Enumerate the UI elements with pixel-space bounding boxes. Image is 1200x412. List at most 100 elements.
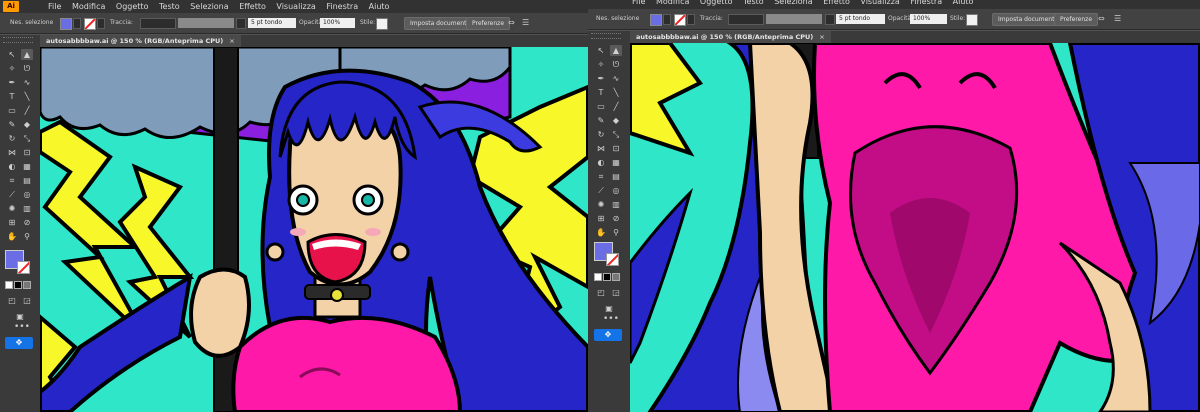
stroke-color-box[interactable] <box>606 253 619 266</box>
color-mode-icon[interactable] <box>14 281 22 289</box>
gradient-tool-icon[interactable]: ▤ <box>610 171 622 182</box>
gradient-mode-icon[interactable] <box>23 281 31 289</box>
lasso-icon[interactable]: ᘎ <box>21 63 33 74</box>
menu-finestra[interactable]: Finestra <box>326 2 358 11</box>
eraser-icon[interactable]: ◆ <box>610 115 622 126</box>
align-icon[interactable]: ☰ <box>1114 9 1121 29</box>
menu-visualizza[interactable]: Visualizza <box>860 0 899 6</box>
menu-effetto[interactable]: Effetto <box>239 2 266 11</box>
draw-behind-icon[interactable]: ◲ <box>610 287 622 298</box>
hand-tool-icon[interactable]: ✋ <box>595 227 607 238</box>
rectangle-tool-icon[interactable]: ▭ <box>6 105 18 116</box>
preferences-button[interactable]: Preferenze <box>1054 13 1099 26</box>
curvature-tool-icon[interactable]: ∿ <box>21 77 33 88</box>
edit-toolbar-button[interactable]: ✥ <box>5 337 33 349</box>
zoom-tool-icon[interactable]: ⚲ <box>610 227 622 238</box>
shaper-tool-icon[interactable]: ✎ <box>6 119 18 130</box>
menu-file[interactable]: File <box>632 0 645 6</box>
width-tool-icon[interactable]: ⋈ <box>595 143 607 154</box>
menu-testo[interactable]: Testo <box>743 0 764 6</box>
direct-selection-tool-icon[interactable]: ▲ <box>610 45 622 56</box>
symbol-sprayer-icon[interactable]: ✺ <box>6 203 18 214</box>
stroke-color-box[interactable] <box>17 261 30 274</box>
fill-swatch[interactable] <box>650 14 662 26</box>
artwork-canvas-right[interactable] <box>630 43 1200 412</box>
edit-toolbar-more-icon[interactable]: ••• <box>603 314 619 324</box>
pen-tool-icon[interactable]: ✒ <box>6 77 18 88</box>
direct-selection-tool-icon[interactable]: ▲ <box>21 49 33 60</box>
default-colors-icon[interactable] <box>5 281 13 289</box>
arrange-icon[interactable]: ⇔ <box>508 13 515 33</box>
close-tab-icon[interactable]: × <box>229 37 234 45</box>
menu-seleziona[interactable]: Seleziona <box>190 2 228 11</box>
fill-dropdown[interactable] <box>663 14 671 25</box>
eyedropper-icon[interactable]: ⟋ <box>595 185 607 196</box>
menu-testo[interactable]: Testo <box>159 2 180 11</box>
stroke-dropdown[interactable] <box>687 14 695 25</box>
menu-oggetto[interactable]: Oggetto <box>700 0 733 6</box>
menu-file[interactable]: File <box>48 2 61 11</box>
panel-grip[interactable] <box>3 37 33 43</box>
screen-mode-icon[interactable]: ▣ <box>603 303 615 314</box>
variable-width-profile[interactable] <box>178 18 234 28</box>
hand-tool-icon[interactable]: ✋ <box>6 231 18 242</box>
draw-normal-icon[interactable]: ◰ <box>6 295 18 306</box>
rotate-tool-icon[interactable]: ↻ <box>595 129 607 140</box>
graph-tool-icon[interactable]: ▥ <box>610 199 622 210</box>
menu-effetto[interactable]: Effetto <box>823 0 850 6</box>
shape-builder-icon[interactable]: ◐ <box>6 161 18 172</box>
edit-toolbar-more-icon[interactable]: ••• <box>14 322 30 332</box>
artwork-canvas-left[interactable] <box>40 47 588 412</box>
slice-tool-icon[interactable]: ⊘ <box>610 213 622 224</box>
line-tool-icon[interactable]: ╲ <box>610 87 622 98</box>
blend-tool-icon[interactable]: ◎ <box>610 185 622 196</box>
color-mode-icon[interactable] <box>603 273 611 281</box>
line-tool-icon[interactable]: ╲ <box>21 91 33 102</box>
draw-behind-icon[interactable]: ◲ <box>21 295 33 306</box>
paintbrush-icon[interactable]: ╱ <box>21 105 33 116</box>
graphic-style-swatch[interactable] <box>966 14 978 26</box>
stroke-swatch[interactable] <box>84 18 96 30</box>
mesh-tool-icon[interactable]: ⌗ <box>595 171 607 182</box>
selection-tool-icon[interactable]: ↖ <box>595 45 607 56</box>
profile-dropdown[interactable] <box>825 14 835 25</box>
pen-tool-icon[interactable]: ✒ <box>595 73 607 84</box>
type-tool-icon[interactable]: T <box>6 91 18 102</box>
profile-dropdown[interactable] <box>236 18 246 29</box>
scale-tool-icon[interactable]: ⤡ <box>610 129 622 140</box>
menu-oggetto[interactable]: Oggetto <box>116 2 149 11</box>
paintbrush-icon[interactable]: ╱ <box>610 101 622 112</box>
brush-definition[interactable]: 5 pt tondo <box>836 14 885 24</box>
document-tab[interactable]: autosabbbbaw.ai @ 150 % (RGB/Anteprima C… <box>40 35 241 47</box>
arrange-icon[interactable]: ⇔ <box>1098 9 1105 29</box>
preferences-button[interactable]: Preferenze <box>466 17 511 30</box>
graph-tool-icon[interactable]: ▥ <box>21 203 33 214</box>
magic-wand-icon[interactable]: ✧ <box>595 59 607 70</box>
menu-aiuto[interactable]: Aiuto <box>953 0 974 6</box>
variable-width-profile[interactable] <box>766 14 822 24</box>
scale-tool-icon[interactable]: ⤡ <box>21 133 33 144</box>
artboard-tool-icon[interactable]: ⊞ <box>6 217 18 228</box>
edit-toolbar-button[interactable]: ✥ <box>594 329 622 341</box>
mesh-tool-icon[interactable]: ⌗ <box>6 175 18 186</box>
free-transform-icon[interactable]: ⊡ <box>21 147 33 158</box>
fill-dropdown[interactable] <box>73 18 81 29</box>
menu-visualizza[interactable]: Visualizza <box>276 2 315 11</box>
stroke-dropdown[interactable] <box>97 18 105 29</box>
screen-mode-icon[interactable]: ▣ <box>14 311 26 322</box>
shape-builder-icon[interactable]: ◐ <box>595 157 607 168</box>
menu-finestra[interactable]: Finestra <box>910 0 942 6</box>
gradient-mode-icon[interactable] <box>612 273 620 281</box>
artboard-tool-icon[interactable]: ⊞ <box>595 213 607 224</box>
width-tool-icon[interactable]: ⋈ <box>6 147 18 158</box>
opacity-field[interactable]: 100% <box>320 18 355 28</box>
rectangle-tool-icon[interactable]: ▭ <box>595 101 607 112</box>
zoom-tool-icon[interactable]: ⚲ <box>21 231 33 242</box>
shaper-tool-icon[interactable]: ✎ <box>595 115 607 126</box>
eyedropper-icon[interactable]: ⟋ <box>6 189 18 200</box>
stroke-weight-field[interactable] <box>140 18 176 29</box>
gradient-tool-icon[interactable]: ▤ <box>21 175 33 186</box>
menu-modifica[interactable]: Modifica <box>72 2 105 11</box>
document-tab[interactable]: autosabbbbaw.ai @ 150 % (RGB/Anteprima C… <box>630 31 831 43</box>
rotate-tool-icon[interactable]: ↻ <box>6 133 18 144</box>
